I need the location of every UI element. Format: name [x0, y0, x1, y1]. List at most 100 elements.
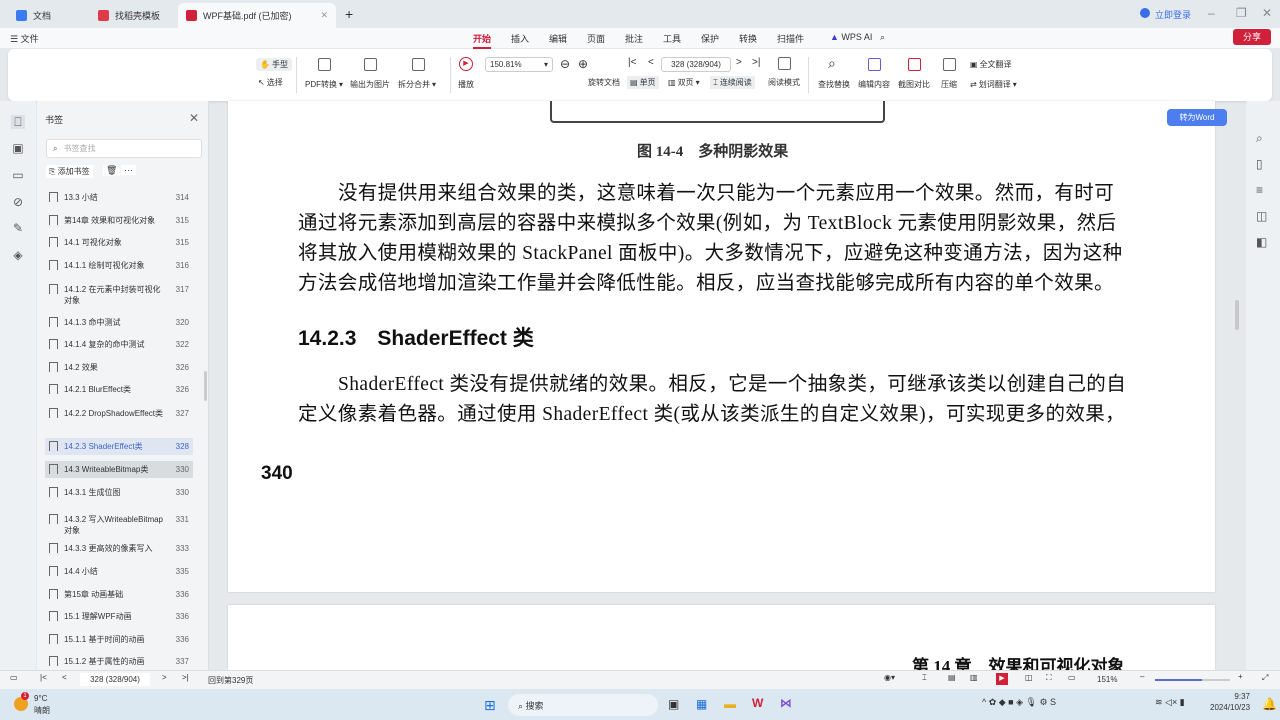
more-icon[interactable]: ···: [121, 165, 136, 175]
translate-icon[interactable]: ◧: [1256, 235, 1267, 249]
last-page-icon[interactable]: >|: [182, 673, 189, 682]
full-translate-button[interactable]: ▣ 全文翻译: [970, 59, 1012, 70]
login-link[interactable]: 立即登录: [1155, 8, 1191, 21]
read-mode-button[interactable]: 阅读模式: [768, 77, 800, 88]
bookmark-item[interactable]: 14.2.1 BlurEffect类 326: [45, 381, 193, 398]
clock-date[interactable]: 2024/10/23: [1210, 703, 1250, 712]
double-page-button[interactable]: ▥ 双页 ▾: [668, 77, 700, 88]
tray-icons[interactable]: ^ ✿ ◆ ■ ◈ 🎙 ⚙ S: [982, 697, 1056, 708]
layers-icon[interactable]: ◈: [11, 248, 25, 262]
goto-page-link[interactable]: 回到第329页: [208, 675, 253, 686]
first-page-icon[interactable]: |<: [628, 57, 636, 68]
fit-page-icon[interactable]: ⛶: [1046, 673, 1052, 683]
menu-start[interactable]: 开始: [473, 32, 492, 49]
bookmark-item[interactable]: 14.1.1 绘制可视化对象 316: [45, 257, 193, 274]
maximize-icon[interactable]: ❐: [1236, 6, 1247, 20]
wps-ai-button[interactable]: ▲ WPS AI: [830, 32, 872, 42]
bookmark-item[interactable]: 14.3.2 写入WriteableBitmap对象 331: [45, 511, 193, 539]
network-volume-icons[interactable]: ≋ ◁× ▮: [1155, 697, 1185, 708]
close-window-icon[interactable]: ✕: [1262, 6, 1272, 20]
bookmark-item[interactable]: 14.2.3 ShaderEffect类 328: [45, 438, 193, 455]
file-menu[interactable]: ☰ 文件: [10, 32, 39, 45]
clock-time[interactable]: 9:37: [1220, 692, 1250, 701]
play-icon[interactable]: ▶: [996, 673, 1008, 685]
delete-icon[interactable]: 🗑: [103, 165, 121, 176]
hand-tool[interactable]: ✋ 手型: [256, 58, 292, 71]
signature-icon[interactable]: ✎: [11, 221, 25, 235]
prev-page-icon[interactable]: <: [648, 57, 654, 68]
fit-width-icon[interactable]: ◫: [1025, 673, 1033, 682]
wps-icon[interactable]: W: [752, 696, 763, 710]
thumbnail-icon[interactable]: ▣: [11, 141, 25, 155]
menu-insert[interactable]: 插入: [511, 32, 529, 45]
taskbar-search[interactable]: ⌕ 搜索: [508, 694, 658, 716]
eye-icon[interactable]: ◉▾: [884, 673, 895, 682]
menu-page[interactable]: 页面: [587, 32, 605, 45]
start-icon[interactable]: ⊞: [484, 697, 496, 714]
weather-temp[interactable]: 9°C: [34, 694, 47, 703]
menu-edit[interactable]: 编辑: [549, 32, 567, 45]
zoom-out-icon[interactable]: –: [1140, 672, 1144, 681]
word-translate-button[interactable]: ⇄ 划词翻译 ▾: [970, 79, 1017, 90]
menu-protect[interactable]: 保护: [701, 32, 719, 45]
store-icon[interactable]: ▦: [696, 697, 707, 711]
last-page-icon[interactable]: >|: [752, 57, 760, 68]
zoom-level[interactable]: 151%: [1097, 675, 1117, 684]
document-scrollbar[interactable]: [1235, 300, 1239, 330]
visual-studio-icon[interactable]: ⋈: [780, 696, 792, 710]
read-icon[interactable]: ▭: [1068, 673, 1076, 682]
zoom-out-icon[interactable]: ⊖: [560, 57, 570, 71]
status-page-input[interactable]: 328 (328/904): [80, 673, 150, 686]
export-image-button[interactable]: 输出为图片: [350, 79, 390, 90]
first-page-icon[interactable]: |<: [40, 673, 47, 682]
bookmark-item[interactable]: 14.4 小结 335: [45, 563, 193, 580]
bookmark-panel-icon[interactable]: ⎕: [11, 115, 25, 129]
bookmark-item[interactable]: 14.1.4 复杂的命中测试 322: [45, 336, 193, 353]
edit-content-button[interactable]: 编辑内容: [858, 79, 890, 90]
search-icon[interactable]: ⌕: [1256, 131, 1263, 146]
double-page-icon[interactable]: ▥: [970, 673, 978, 682]
next-page-icon[interactable]: >: [736, 57, 742, 68]
menu-annotate[interactable]: 批注: [625, 32, 643, 45]
bookmark-item[interactable]: 14.1.3 命中测试 320: [45, 314, 193, 331]
bookmark-item[interactable]: 15.1.2 基于属性的动画 337: [45, 653, 193, 670]
bookmark-item[interactable]: 14.1.2 在元素中封装可视化对象 317: [45, 281, 193, 309]
attachment-icon[interactable]: ⊘: [11, 195, 25, 209]
prev-page-icon[interactable]: <: [62, 673, 67, 682]
menu-convert[interactable]: 转换: [739, 32, 757, 45]
close-tab-icon[interactable]: ✕: [320, 10, 328, 21]
bookmark-item[interactable]: 第15章 动画基础 336: [45, 586, 193, 603]
zoom-in-icon[interactable]: +: [1238, 672, 1243, 681]
bookmark-item[interactable]: 14.3.3 更高效的像素写入 333: [45, 540, 193, 557]
bookmark-item[interactable]: 14.3.1 生成位图 330: [45, 484, 193, 501]
minimize-icon[interactable]: –: [1208, 6, 1215, 20]
bookmark-item[interactable]: 14.3 WriteableBitmap类 330: [45, 461, 193, 478]
task-view-icon[interactable]: ▣: [668, 697, 679, 711]
bell-icon[interactable]: 🔔: [1262, 697, 1277, 711]
continuous-button[interactable]: ⌶ 连续阅读: [710, 76, 755, 89]
menu-scan[interactable]: 扫描件: [777, 32, 804, 45]
explorer-icon[interactable]: ▬: [724, 697, 736, 711]
bookmark-item[interactable]: 15.1.1 基于时间的动画 336: [45, 631, 193, 648]
bookmark-search-input[interactable]: ⌕ 书签查找: [46, 139, 202, 158]
convert-to-word-button[interactable]: 转为Word: [1167, 109, 1227, 126]
search-icon[interactable]: ⌕: [880, 32, 885, 43]
share-button[interactable]: 分享: [1233, 29, 1271, 45]
bookmark-item[interactable]: 14.2 效果 326: [45, 359, 193, 376]
sidebar-toggle-icon[interactable]: ▭: [10, 673, 18, 682]
tab-documents[interactable]: 文档: [8, 3, 88, 28]
single-page-button[interactable]: ▤ 单页: [627, 76, 659, 89]
menu-tools[interactable]: 工具: [663, 32, 681, 45]
rotate-button[interactable]: 旋转文档: [588, 77, 620, 88]
next-page-icon[interactable]: >: [162, 673, 167, 682]
tab-pdf[interactable]: WPF基础.pdf (已加密) ✕: [178, 3, 336, 28]
single-page-icon[interactable]: ▤: [948, 673, 956, 682]
zoom-slider[interactable]: [1155, 679, 1230, 681]
find-replace-button[interactable]: 查找替换: [818, 79, 850, 90]
bookmark-item[interactable]: 15.1 理解WPF动画 336: [45, 608, 193, 625]
bookmark-item[interactable]: 第14章 效果和可视化对象 315: [45, 212, 193, 229]
zoom-in-icon[interactable]: ⊕: [578, 57, 588, 71]
page-input[interactable]: 328 (328/904): [661, 57, 731, 72]
new-tab-icon[interactable]: +: [345, 6, 353, 22]
play-button[interactable]: 播放: [458, 79, 474, 90]
